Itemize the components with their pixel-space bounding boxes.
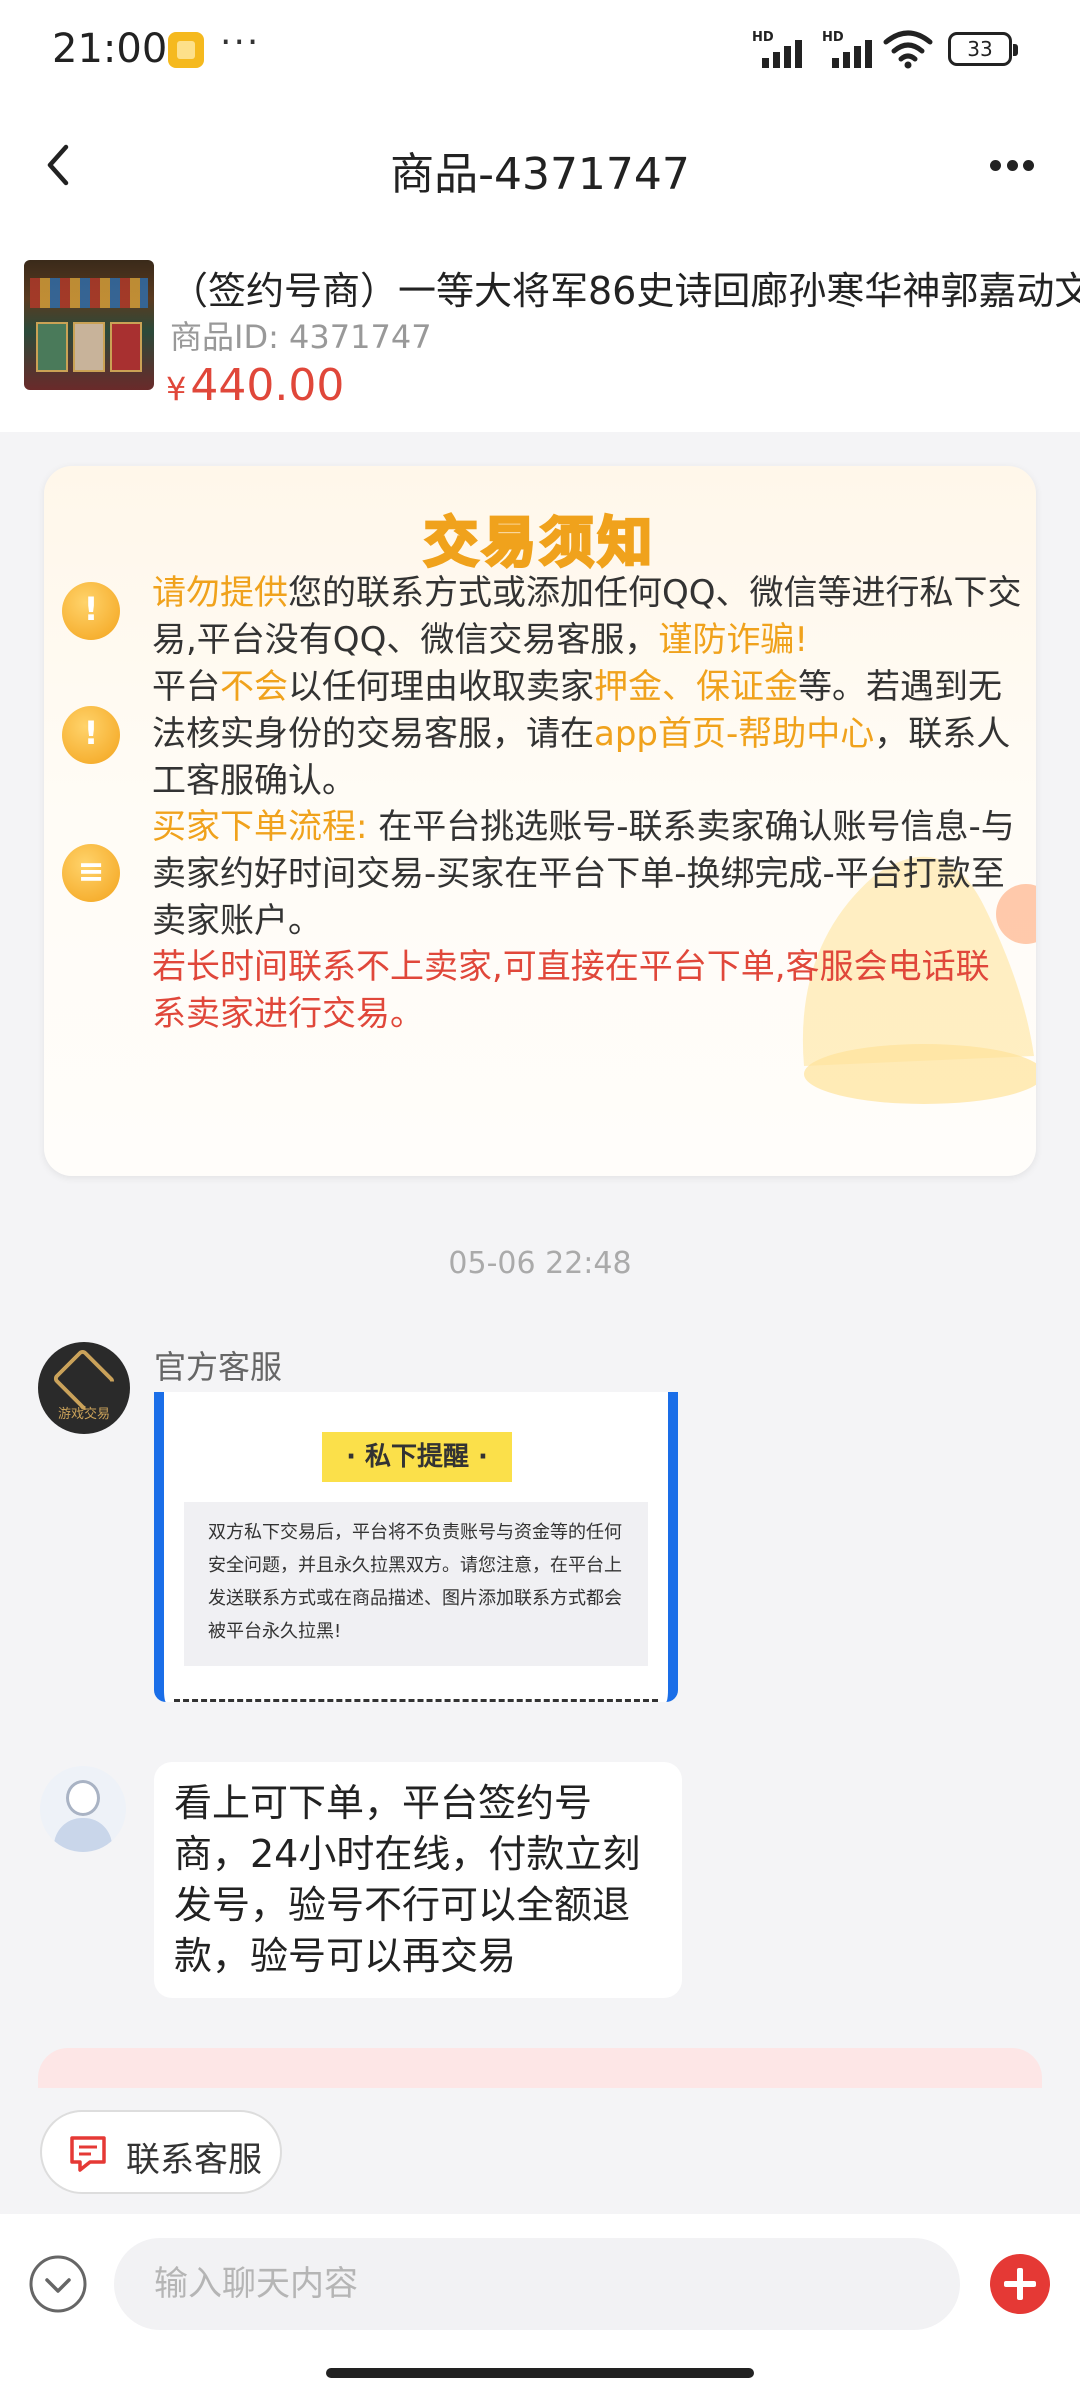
wifi-icon	[883, 30, 933, 69]
signal-icon: HD	[752, 30, 808, 68]
user-avatar[interactable]	[40, 1766, 126, 1852]
product-title: （签约号商）一等大将军86史诗回廊孙寒华神郭嘉动文	[170, 269, 1080, 313]
official-support-avatar[interactable]: 游戏交易	[38, 1342, 130, 1434]
signal-icon-2: HD	[822, 30, 878, 68]
warning-icon: !	[62, 706, 120, 764]
product-id: 商品ID: 4371747	[170, 318, 432, 356]
status-time: 21:00	[52, 26, 168, 72]
clipboard-icon: ≡	[62, 844, 120, 902]
notice-paragraph-3: 买家下单流程: 在平台挑选账号-联系卖家确认账号信息-与卖家约好时间交易-买家在…	[152, 807, 1015, 941]
image-message[interactable]: · 私下提醒 · 双方私下交易后，平台将不负责账号与资金等的任何安全问题，并且永…	[154, 1392, 678, 1702]
chat-bubble-icon	[70, 2136, 106, 2172]
chat-input[interactable]	[114, 2238, 960, 2330]
price-value: 440.00	[190, 360, 345, 411]
page-title: 商品-4371747	[390, 149, 690, 200]
notice-title: 交易须知	[423, 510, 656, 576]
notice-paragraph-1: 请勿提供您的联系方式或添加任何QQ、微信等进行私下交易,平台没有QQ、微信交易客…	[152, 573, 1022, 660]
currency-symbol: ¥	[166, 370, 187, 408]
contact-support-button[interactable]: 联系客服	[40, 2110, 282, 2194]
home-indicator[interactable]	[326, 2368, 754, 2378]
text-message[interactable]: 看上可下单，平台签约号商，24小时在线，付款立刻发号，验号不行可以全额退款，验号…	[154, 1762, 682, 1998]
status-bar: 21:00 ··· HD HD 33	[0, 0, 1080, 100]
warning-icon: !	[62, 582, 120, 640]
notice-paragraph-4: 若长时间联系不上卖家,可直接在平台下单,客服会电话联系卖家进行交易。	[152, 947, 990, 1034]
chevron-down-icon[interactable]	[28, 2254, 88, 2314]
more-options-icon[interactable]	[990, 150, 1034, 180]
chat-timestamp: 05-06 22:48	[448, 1246, 632, 1281]
product-thumbnail[interactable]	[24, 260, 154, 390]
notification-icon	[168, 32, 204, 68]
navigation-bar: 商品-4371747	[0, 100, 1080, 230]
add-icon[interactable]	[990, 2254, 1050, 2314]
next-message-card	[38, 2048, 1042, 2088]
sender-name: 官方客服	[154, 1348, 283, 1386]
product-price: ¥440.00	[166, 360, 344, 411]
battery-icon: 33	[948, 32, 1018, 66]
image-message-body: 双方私下交易后，平台将不负责账号与资金等的任何安全问题，并且永久拉黑双方。请您注…	[184, 1502, 648, 1666]
more-notifications-icon: ···	[220, 22, 261, 63]
contact-support-label: 联系客服	[126, 2140, 262, 2180]
trade-notice-card: 交易须知 ! 请勿提供您的联系方式或添加任何QQ、微信等进行私下交易,平台没有Q…	[44, 466, 1036, 1176]
notice-paragraph-2: 平台不会以任何理由收取卖家押金、保证金等。若遇到无法核实身份的交易客服，请在ap…	[152, 667, 1011, 801]
product-header[interactable]: （签约号商）一等大将军86史诗回廊孙寒华神郭嘉动文 商品ID: 4371747 …	[0, 230, 1080, 432]
image-message-tag: · 私下提醒 ·	[322, 1432, 512, 1482]
